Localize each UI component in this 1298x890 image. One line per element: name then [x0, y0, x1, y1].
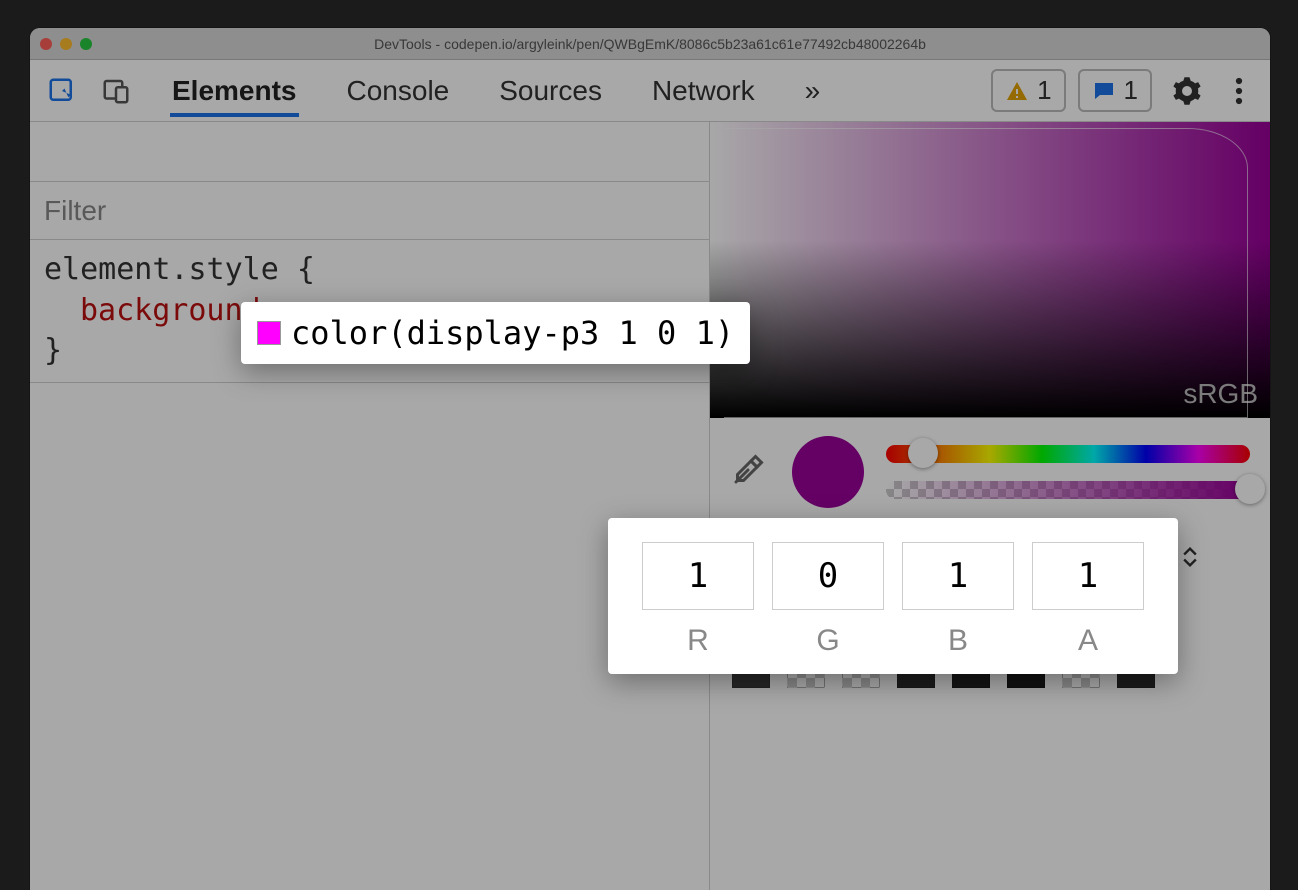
- alpha-thumb[interactable]: [1235, 474, 1265, 504]
- devtools-window: DevTools - codepen.io/argyleink/pen/QWBg…: [30, 28, 1270, 890]
- hue-thumb[interactable]: [908, 438, 938, 468]
- messages-count: 1: [1124, 75, 1138, 106]
- channel-input-r[interactable]: [642, 542, 754, 610]
- more-menu-icon[interactable]: [1222, 74, 1256, 108]
- channel-input-b[interactable]: [902, 542, 1014, 610]
- channel-r: R: [642, 542, 754, 658]
- property-value-popover: color(display-p3 1 0 1): [241, 302, 750, 364]
- settings-icon[interactable]: [1170, 74, 1204, 108]
- window-title: DevTools - codepen.io/argyleink/pen/QWBg…: [30, 36, 1270, 52]
- channel-label: A: [1078, 624, 1098, 658]
- filter-input[interactable]: Filter: [30, 182, 709, 240]
- color-swatch-icon[interactable]: [257, 321, 281, 345]
- zoom-window-button[interactable]: [80, 38, 92, 50]
- inspect-element-icon[interactable]: [44, 73, 80, 109]
- channel-label: G: [816, 624, 839, 658]
- more-tabs-icon[interactable]: »: [803, 65, 823, 117]
- current-color-swatch[interactable]: [792, 436, 864, 508]
- filter-placeholder: Filter: [44, 195, 106, 227]
- device-toolbar-icon[interactable]: [98, 73, 134, 109]
- warnings-count: 1: [1037, 75, 1051, 106]
- hue-slider[interactable]: [886, 445, 1250, 463]
- tab-sources[interactable]: Sources: [497, 65, 604, 117]
- channel-label: R: [687, 624, 709, 658]
- rgba-inputs-popover: RGBA: [608, 518, 1178, 674]
- channel-g: G: [772, 542, 884, 658]
- color-picker: sRGB: [710, 122, 1270, 890]
- main-toolbar: Elements Console Sources Network » 1 1: [30, 60, 1270, 122]
- channel-label: B: [948, 624, 968, 658]
- channel-input-g[interactable]: [772, 542, 884, 610]
- panel-tabs: Elements Console Sources Network »: [170, 65, 822, 117]
- alpha-slider[interactable]: [886, 481, 1250, 499]
- close-window-button[interactable]: [40, 38, 52, 50]
- property-value[interactable]: color(display-p3 1 0 1): [291, 314, 734, 352]
- color-spectrum[interactable]: sRGB: [710, 122, 1270, 418]
- minimize-window-button[interactable]: [60, 38, 72, 50]
- tab-network[interactable]: Network: [650, 65, 757, 117]
- tab-elements[interactable]: Elements: [170, 65, 299, 117]
- channel-b: B: [902, 542, 1014, 658]
- tab-console[interactable]: Console: [345, 65, 452, 117]
- window-controls: [40, 38, 92, 50]
- messages-badge[interactable]: 1: [1078, 69, 1152, 112]
- eyedropper-icon[interactable]: [730, 452, 770, 492]
- style-property-name[interactable]: background: [80, 293, 261, 328]
- palette-expand-icon[interactable]: [1178, 546, 1202, 568]
- warnings-badge[interactable]: 1: [991, 69, 1065, 112]
- styles-pane: Filter element.style { background }: [30, 122, 710, 890]
- titlebar: DevTools - codepen.io/argyleink/pen/QWBg…: [30, 28, 1270, 60]
- style-selector: element.style {: [44, 250, 695, 291]
- gamut-label: sRGB: [1183, 378, 1258, 410]
- channel-input-a[interactable]: [1032, 542, 1144, 610]
- channel-a: A: [1032, 542, 1144, 658]
